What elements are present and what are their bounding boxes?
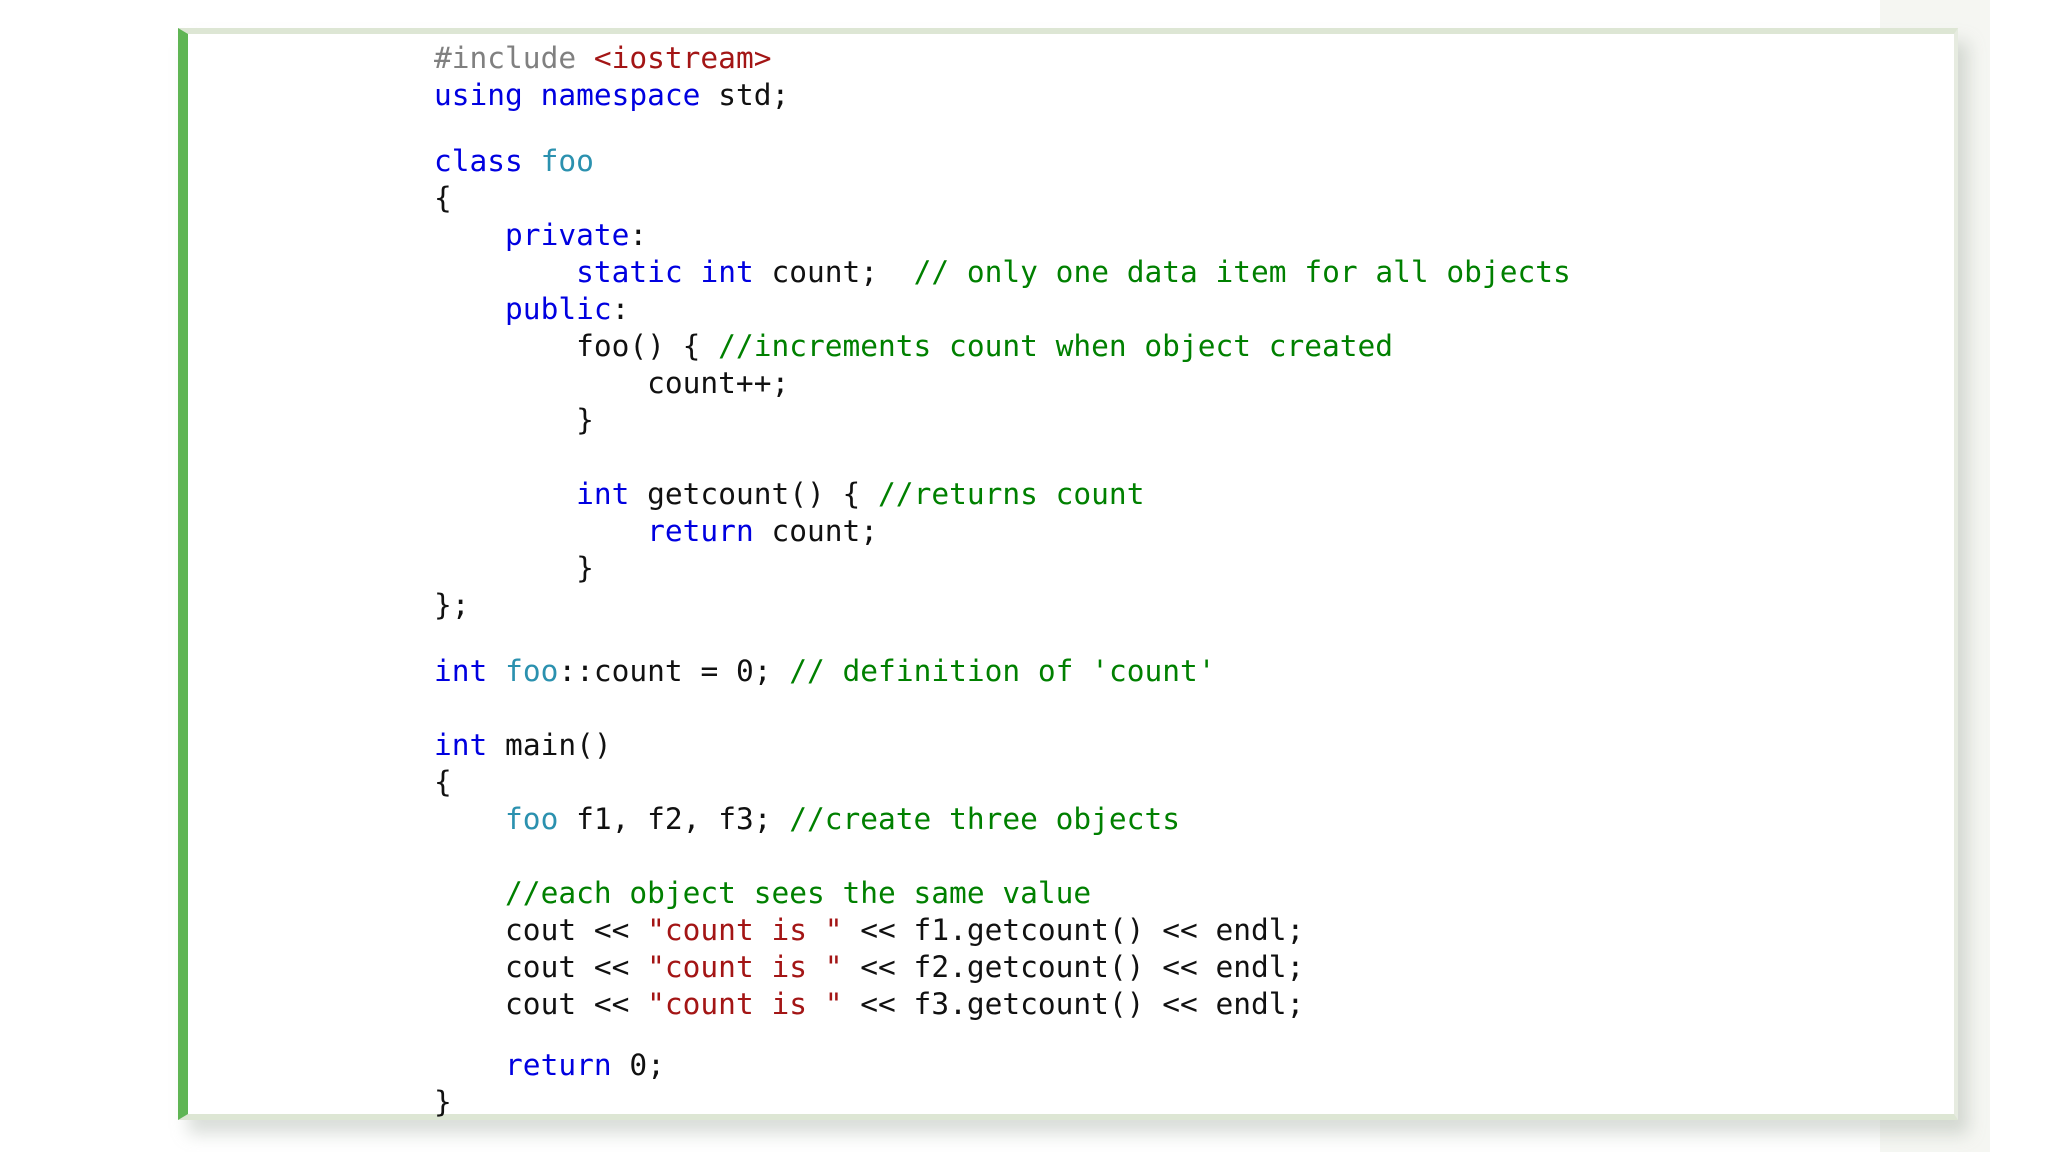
code-token: "count is " <box>647 950 843 984</box>
code-token: count; <box>753 514 879 548</box>
code-line: count++; <box>434 363 789 403</box>
code-line: private: <box>434 215 647 255</box>
code-token: } <box>434 1085 452 1119</box>
code-line: }; <box>434 585 470 625</box>
code-token: return <box>647 514 754 548</box>
code-token: int <box>700 255 754 289</box>
code-line: using namespace std; <box>434 75 789 115</box>
code-token: count++; <box>434 366 790 400</box>
code-line: return 0; <box>434 1045 665 1085</box>
code-token: foo <box>540 144 594 178</box>
code-token: cout << <box>434 913 648 947</box>
code-token: count; <box>753 255 914 289</box>
code-line: } <box>434 1082 452 1122</box>
code-token: int <box>434 728 488 762</box>
code-line: } <box>434 548 594 588</box>
code-token: { <box>434 765 452 799</box>
code-token: { <box>434 181 452 215</box>
code-token: // only one data item for all objects <box>913 255 1571 289</box>
code-line: { <box>434 178 452 218</box>
code-line: static int count; // only one data item … <box>434 252 1571 292</box>
code-token: "count is " <box>647 913 843 947</box>
code-line: } <box>434 400 594 440</box>
code-token: private <box>505 218 630 252</box>
code-token: cout << <box>434 987 648 1021</box>
code-line: #include <iostream> <box>434 38 771 78</box>
code-token: } <box>434 551 594 585</box>
code-token: static <box>576 255 683 289</box>
code-token: main() <box>487 728 612 762</box>
code-line: { <box>434 762 452 802</box>
code-token: << f1.getcount() << endl; <box>842 913 1305 947</box>
code-token: foo <box>505 802 559 836</box>
code-token: } <box>434 403 594 437</box>
code-token: namespace <box>540 78 701 112</box>
code-token: << f3.getcount() << endl; <box>842 987 1305 1021</box>
code-token: : <box>629 218 648 252</box>
code-token: // definition of 'count' <box>789 654 1216 688</box>
code-token: int <box>576 477 630 511</box>
code-token: : <box>611 292 630 326</box>
code-token: foo() { <box>434 329 719 363</box>
code-token: ::count = 0; <box>558 654 790 688</box>
code-token: "count is " <box>647 987 843 1021</box>
code-token: foo <box>505 654 559 688</box>
code-line: cout << "count is " << f1.getcount() << … <box>434 910 1304 950</box>
code-line: public: <box>434 289 629 329</box>
code-token: f1, f2, f3; <box>558 802 790 836</box>
code-token: //each object sees the same value <box>505 876 1092 910</box>
code-token: <iostream> <box>593 41 772 75</box>
code-token: public <box>505 292 612 326</box>
code-token: << f2.getcount() << endl; <box>842 950 1305 984</box>
code-line: class foo <box>434 141 594 181</box>
code-line: return count; <box>434 511 878 551</box>
code-token: 0; <box>611 1048 665 1082</box>
code-token: cout << <box>434 950 648 984</box>
code-token: getcount() { <box>629 477 879 511</box>
code-line: foo f1, f2, f3; //create three objects <box>434 799 1180 839</box>
code-line: cout << "count is " << f2.getcount() << … <box>434 947 1304 987</box>
code-token: //create three objects <box>789 802 1180 836</box>
code-token: std; <box>700 78 790 112</box>
code-token: return <box>505 1048 612 1082</box>
code-token: int <box>434 654 488 688</box>
code-line: cout << "count is " << f3.getcount() << … <box>434 984 1304 1024</box>
code-line: int getcount() { //returns count <box>434 474 1144 514</box>
code-token: //returns count <box>878 477 1145 511</box>
code-line: foo() { //increments count when object c… <box>434 326 1393 366</box>
code-line: //each object sees the same value <box>434 873 1091 913</box>
code-line: int foo::count = 0; // definition of 'co… <box>434 651 1216 691</box>
code-block: #include <iostream> using namespace std; c… <box>178 28 1958 1120</box>
code-token: }; <box>434 588 470 622</box>
code-token: using <box>434 78 523 112</box>
code-line: int main() <box>434 725 612 765</box>
code-token: class <box>434 144 523 178</box>
code-token: #include <box>434 41 594 75</box>
code-token: //increments count when object created <box>718 329 1394 363</box>
